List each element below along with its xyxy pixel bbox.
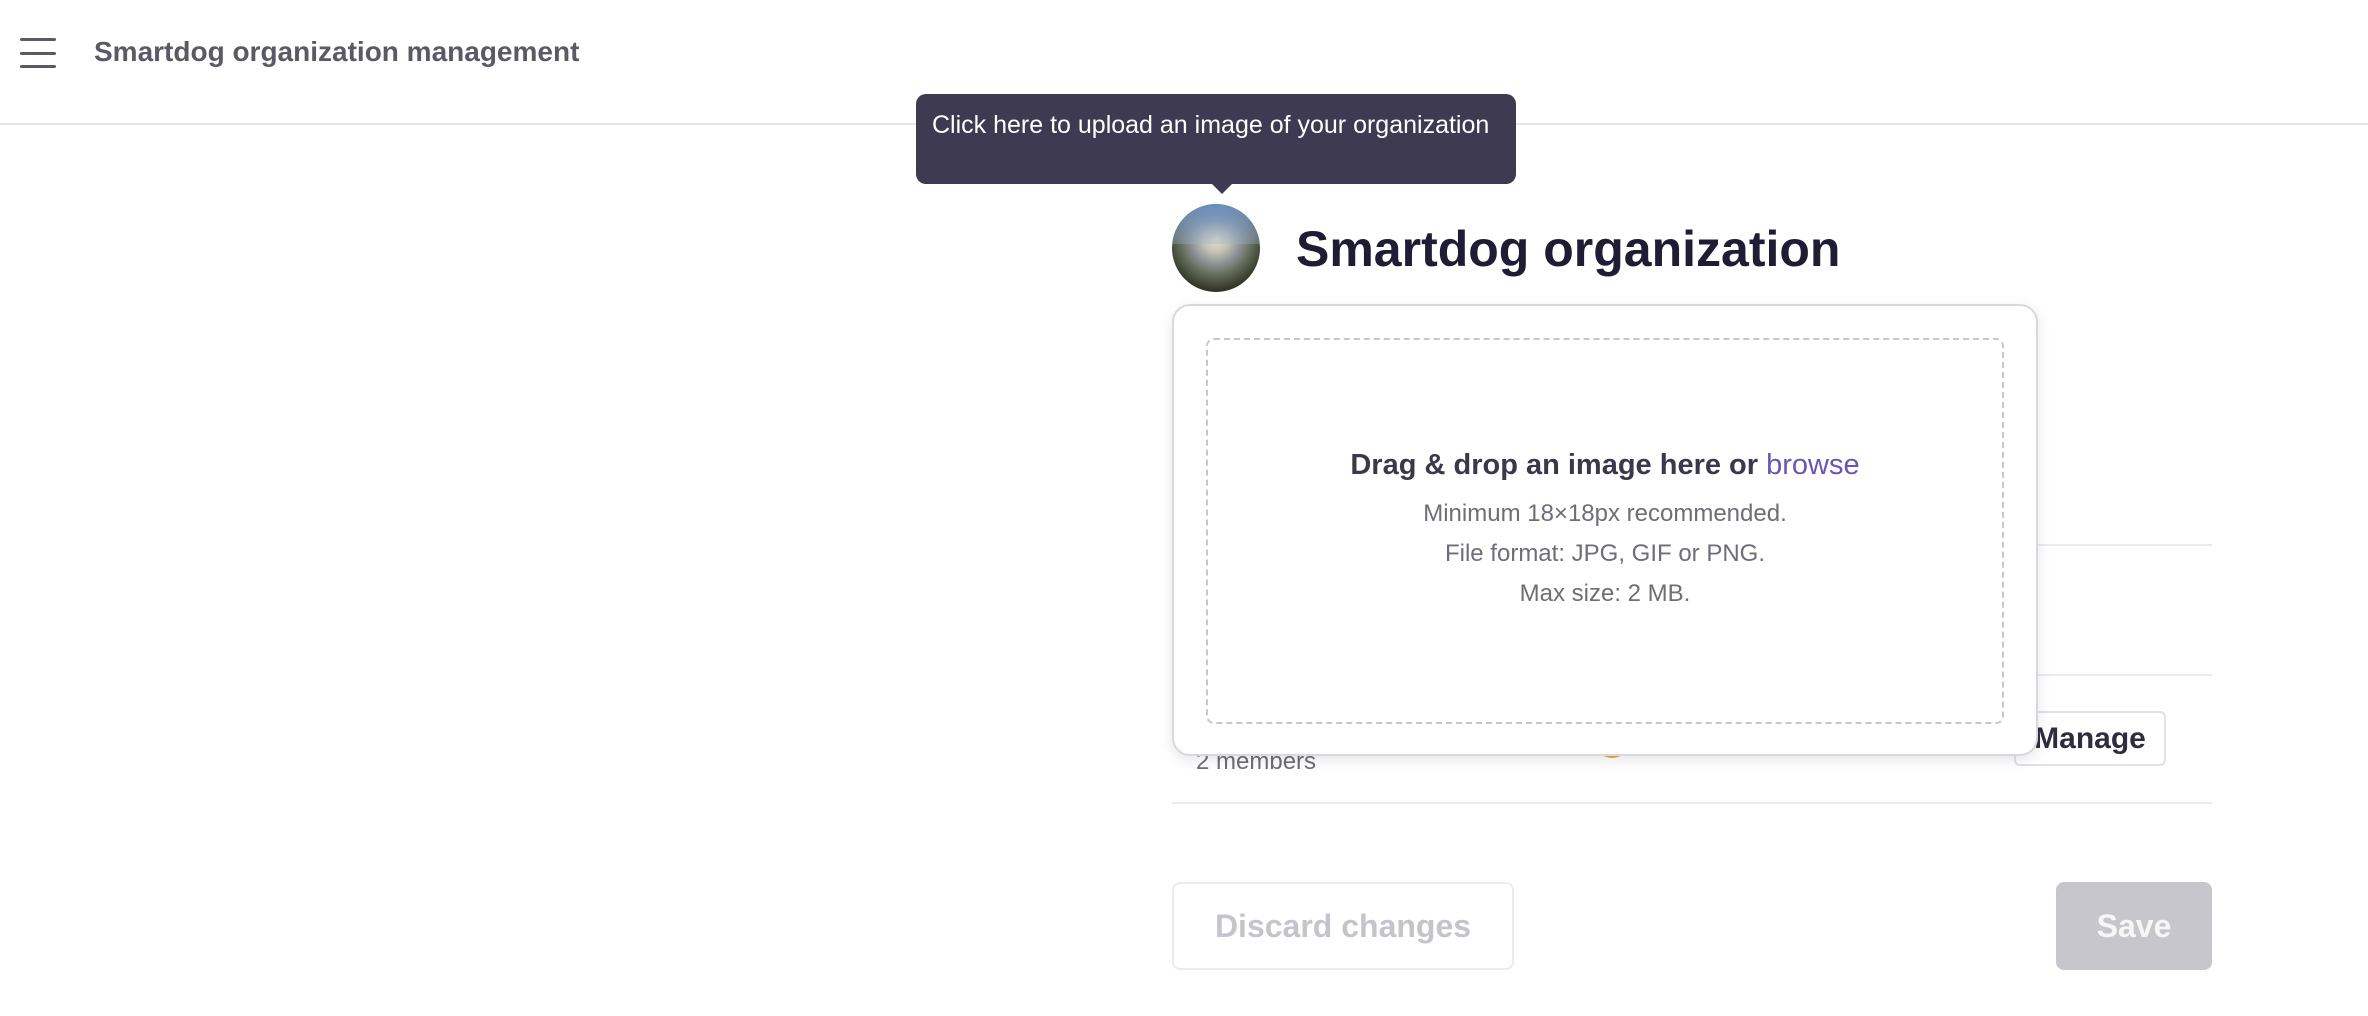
hamburger-menu-icon[interactable]	[20, 38, 56, 68]
upload-tooltip: Click here to upload an image of your or…	[916, 94, 1516, 194]
dropzone-title-text: Drag & drop an image here or	[1350, 448, 1759, 481]
app-title: Smartdog organization management	[94, 36, 580, 67]
save-button[interactable]: Save	[2056, 882, 2212, 970]
dropzone-title: Drag & drop an image here or browse	[1350, 449, 1859, 482]
browse-link[interactable]: browse	[1766, 449, 1860, 481]
menu-line	[20, 65, 56, 68]
organization-name: Smartdog organization	[1296, 221, 1841, 277]
menu-line	[20, 51, 56, 55]
max-size-hint: Max size: 2 MB.	[1519, 579, 1691, 607]
image-upload-popover: Drag & drop an image here or browse Mini…	[1172, 304, 2038, 756]
divider	[1172, 802, 2212, 804]
min-size-hint: Minimum 18×18px recommended.	[1423, 499, 1787, 527]
image-dropzone[interactable]: Drag & drop an image here or browse Mini…	[1206, 338, 2004, 724]
menu-line	[20, 38, 56, 41]
discard-changes-button[interactable]: Discard changes	[1172, 882, 1514, 970]
file-format-hint: File format: JPG, GIF or PNG.	[1444, 539, 1766, 567]
organization-avatar[interactable]	[1172, 204, 1260, 292]
